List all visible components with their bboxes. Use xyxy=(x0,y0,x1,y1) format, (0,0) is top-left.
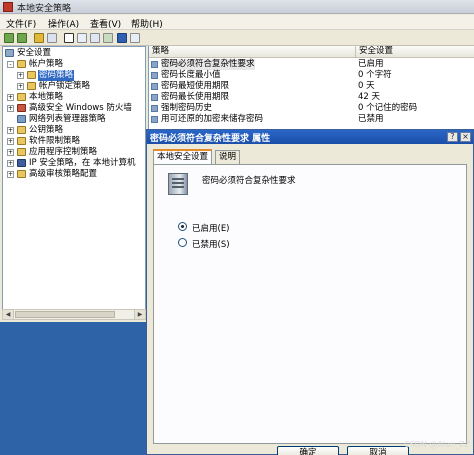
dialog-title: 密码必须符合复杂性要求 属性 xyxy=(150,134,271,144)
folder-icon xyxy=(17,126,26,134)
menu-action[interactable]: 操作(A) xyxy=(48,17,79,30)
menu-bar: 文件(F) 操作(A) 查看(V) 帮助(H) xyxy=(0,15,474,30)
export-icon[interactable] xyxy=(103,33,113,43)
expand-icon[interactable]: + xyxy=(17,72,24,79)
policy-item-icon xyxy=(151,94,158,101)
security-policy-app-icon xyxy=(3,2,13,12)
menu-help[interactable]: 帮助(H) xyxy=(131,17,163,30)
enabled-radio[interactable] xyxy=(178,222,187,231)
menu-view[interactable]: 查看(V) xyxy=(90,17,121,30)
properties-dialog: 密码必须符合复杂性要求 属性 ? × 本地安全设置 说明 密码必须符合复杂性要求… xyxy=(146,129,474,455)
forward-icon[interactable] xyxy=(17,33,27,43)
scroll-left-icon[interactable]: ◀ xyxy=(3,310,14,319)
delete-icon[interactable] xyxy=(64,33,74,43)
list-item[interactable]: 密码必须符合复杂性要求 已启用 xyxy=(149,59,474,70)
dialog-title-bar: 密码必须符合复杂性要求 属性 ? × xyxy=(147,130,473,144)
policy-item-icon xyxy=(151,83,158,90)
expand-icon[interactable]: + xyxy=(17,83,24,90)
cancel-button[interactable]: 取消 xyxy=(347,446,409,455)
collapse-icon[interactable]: - xyxy=(7,61,14,68)
tab-local-security-setting[interactable]: 本地安全设置 xyxy=(153,149,213,165)
ip-security-icon xyxy=(17,159,26,167)
scrollbar-thumb[interactable] xyxy=(15,311,115,318)
policy-item-icon xyxy=(151,72,158,79)
policy-item-icon xyxy=(151,61,158,68)
folder-icon xyxy=(17,93,26,101)
refresh-icon[interactable] xyxy=(90,33,100,43)
list-item[interactable]: 密码长度最小值 0 个字符 xyxy=(149,70,474,81)
folder-icon xyxy=(17,137,26,145)
list-item[interactable]: 密码最短使用期限 0 天 xyxy=(149,81,474,92)
tab-panel: 密码必须符合复杂性要求 已启用(E) 已禁用(S) xyxy=(153,164,467,444)
up-folder-icon[interactable] xyxy=(34,33,44,43)
policy-name: 密码必须符合复杂性要求 xyxy=(202,176,296,186)
folder-icon xyxy=(17,170,26,178)
tree-horizontal-scrollbar[interactable]: ◀ ▶ xyxy=(2,309,146,320)
scroll-right-icon[interactable]: ▶ xyxy=(134,310,145,319)
watermark: CSDN @Alan_ZZ xyxy=(404,440,470,449)
expand-icon[interactable]: + xyxy=(7,94,14,101)
window-title: 本地安全策略 xyxy=(17,4,72,14)
expand-icon[interactable]: + xyxy=(7,127,14,134)
expand-icon[interactable]: + xyxy=(7,138,14,145)
folder-icon xyxy=(27,71,36,79)
title-bar: 本地安全策略 xyxy=(0,0,474,14)
disabled-radio[interactable] xyxy=(178,238,187,247)
policy-server-icon xyxy=(168,173,188,195)
list-item[interactable]: 用可还原的加密来储存密码 已禁用 xyxy=(149,114,474,125)
column-header-setting[interactable]: 安全设置 xyxy=(356,46,474,58)
expand-icon[interactable]: + xyxy=(7,160,14,167)
tab-explain[interactable]: 说明 xyxy=(215,150,241,164)
list-item[interactable]: 强制密码历史 0 个记住的密码 xyxy=(149,103,474,114)
expand-icon[interactable]: + xyxy=(7,171,14,178)
back-icon[interactable] xyxy=(4,33,14,43)
toolbar xyxy=(0,31,474,46)
expand-icon[interactable]: + xyxy=(7,105,14,112)
expand-icon[interactable]: + xyxy=(7,149,14,156)
properties-icon[interactable] xyxy=(77,33,87,43)
folder-icon xyxy=(27,82,36,90)
view-icon[interactable] xyxy=(130,33,140,43)
help-question-icon[interactable]: ? xyxy=(447,132,458,142)
policy-item-icon xyxy=(151,116,158,123)
help-icon[interactable] xyxy=(117,33,127,43)
enabled-radio-label[interactable]: 已启用(E) xyxy=(192,222,230,234)
list-item[interactable]: 密码最长使用期限 42 天 xyxy=(149,92,474,103)
network-icon xyxy=(17,115,26,123)
close-icon[interactable]: × xyxy=(460,132,471,142)
folder-icon xyxy=(17,60,26,68)
policy-item-icon xyxy=(151,105,158,112)
ok-button[interactable]: 确定 xyxy=(277,446,339,455)
menu-file[interactable]: 文件(F) xyxy=(6,17,36,30)
folder-icon xyxy=(17,148,26,156)
disabled-radio-label[interactable]: 已禁用(S) xyxy=(192,238,230,250)
column-header-policy[interactable]: 策略 xyxy=(149,46,356,58)
tree-pane: 安全设置 - 帐户策略 + 密码策略 + 帐户锁定策略 + 本地策略 + 高级安… xyxy=(2,46,146,310)
show-tree-icon[interactable] xyxy=(47,33,57,43)
security-settings-icon xyxy=(5,49,14,57)
firewall-icon xyxy=(17,104,26,112)
